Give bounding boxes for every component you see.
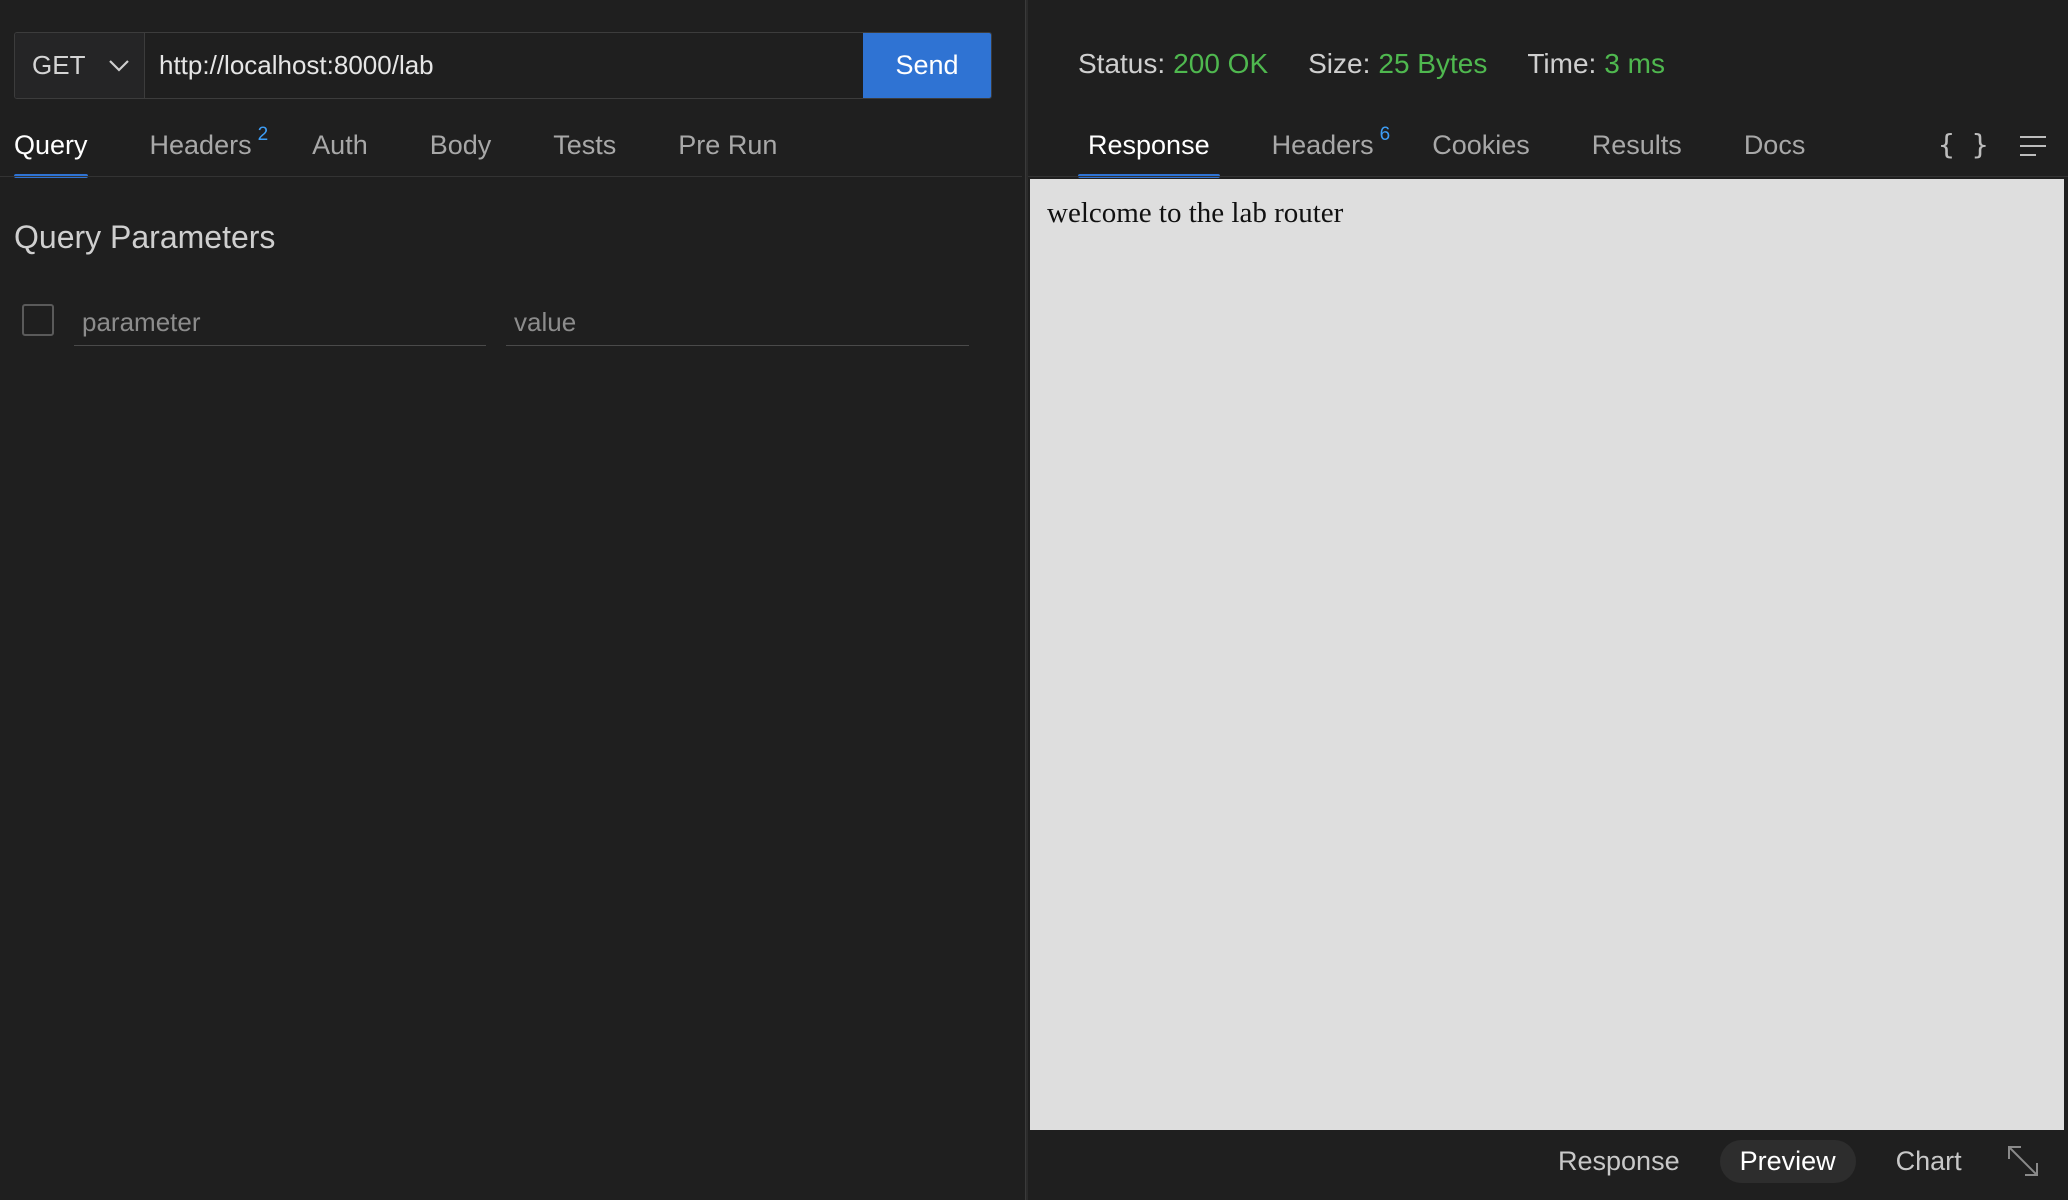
tab-label: Auth (312, 130, 368, 160)
tab-query[interactable]: Query (14, 118, 88, 178)
tab-label: Headers (1271, 130, 1374, 160)
tab-auth[interactable]: Auth (312, 118, 368, 178)
response-status-line: Status: 200 OK Size: 25 Bytes Time: 3 ms (1078, 48, 1665, 80)
tab-label: Docs (1743, 130, 1806, 160)
tab-tests[interactable]: Tests (553, 118, 616, 178)
status-stat: Status: 200 OK (1078, 48, 1268, 80)
headers-count-badge: 2 (257, 124, 269, 145)
view-chart-button[interactable]: Chart (1876, 1140, 1982, 1183)
method-select[interactable]: GET (15, 33, 145, 98)
braces-icon[interactable]: { } (1938, 128, 1989, 161)
tab-pre-run[interactable]: Pre Run (678, 118, 777, 178)
tab-body[interactable]: Body (430, 118, 492, 178)
tab-label: Cookies (1432, 130, 1530, 160)
tab-label: Results (1591, 130, 1682, 160)
request-pane: GET Send Query Headers 2 Auth Body (0, 0, 1025, 1200)
tab-label: Pre Run (678, 130, 778, 160)
url-bar: GET Send (14, 32, 992, 99)
chevron-down-icon (108, 55, 130, 77)
size-label: Size: (1308, 48, 1371, 79)
response-body-text: welcome to the lab router (1047, 197, 1344, 229)
query-parameters-title: Query Parameters (14, 219, 276, 255)
tab-cookies[interactable]: Cookies (1422, 118, 1540, 178)
response-headers-count-badge: 6 (1379, 124, 1391, 145)
lines-icon[interactable] (2018, 133, 2048, 159)
tab-label: Tests (553, 130, 617, 160)
status-label: Status: (1078, 48, 1166, 79)
view-mode-switch: Response Preview Chart (1538, 1140, 1982, 1183)
size-stat: Size: 25 Bytes (1308, 48, 1487, 80)
status-value: 200 OK (1173, 48, 1269, 79)
time-value: 3 ms (1604, 48, 1665, 79)
send-button[interactable]: Send (863, 33, 991, 98)
param-enable-checkbox[interactable] (22, 304, 54, 336)
param-value-input[interactable] (506, 300, 969, 346)
app-window: GET Send Query Headers 2 Auth Body (0, 0, 2068, 1200)
method-label: GET (32, 50, 86, 80)
tab-response-headers[interactable]: Headers 6 (1262, 118, 1401, 178)
expand-icon[interactable] (2005, 1143, 2041, 1179)
param-name-input[interactable] (74, 300, 486, 346)
response-tabs: Response Headers 6 Cookies Results Docs (1078, 118, 2058, 178)
tab-results[interactable]: Results (1582, 118, 1692, 178)
query-param-row (22, 300, 1022, 346)
view-response-button[interactable]: Response (1538, 1140, 1700, 1183)
tab-divider (0, 176, 1022, 177)
tab-divider (1028, 176, 2068, 177)
request-tabs: Query Headers 2 Auth Body Tests Pre Run (14, 118, 1022, 178)
response-preview: welcome to the lab router (1030, 179, 2064, 1130)
response-pane: Status: 200 OK Size: 25 Bytes Time: 3 ms Re… (1028, 0, 2068, 1200)
time-label: Time: (1527, 48, 1597, 79)
tab-headers[interactable]: Headers 2 (150, 118, 269, 178)
tab-docs[interactable]: Docs (1734, 118, 1816, 178)
tab-label: Headers (149, 130, 252, 160)
tab-response[interactable]: Response (1078, 118, 1220, 178)
tab-label: Response (1088, 130, 1210, 160)
tab-label: Query (14, 130, 88, 160)
view-preview-button[interactable]: Preview (1719, 1140, 1856, 1183)
time-stat: Time: 3 ms (1527, 48, 1665, 80)
url-input[interactable] (145, 33, 863, 98)
size-value: 25 Bytes (1378, 48, 1488, 79)
tab-label: Body (429, 130, 492, 160)
